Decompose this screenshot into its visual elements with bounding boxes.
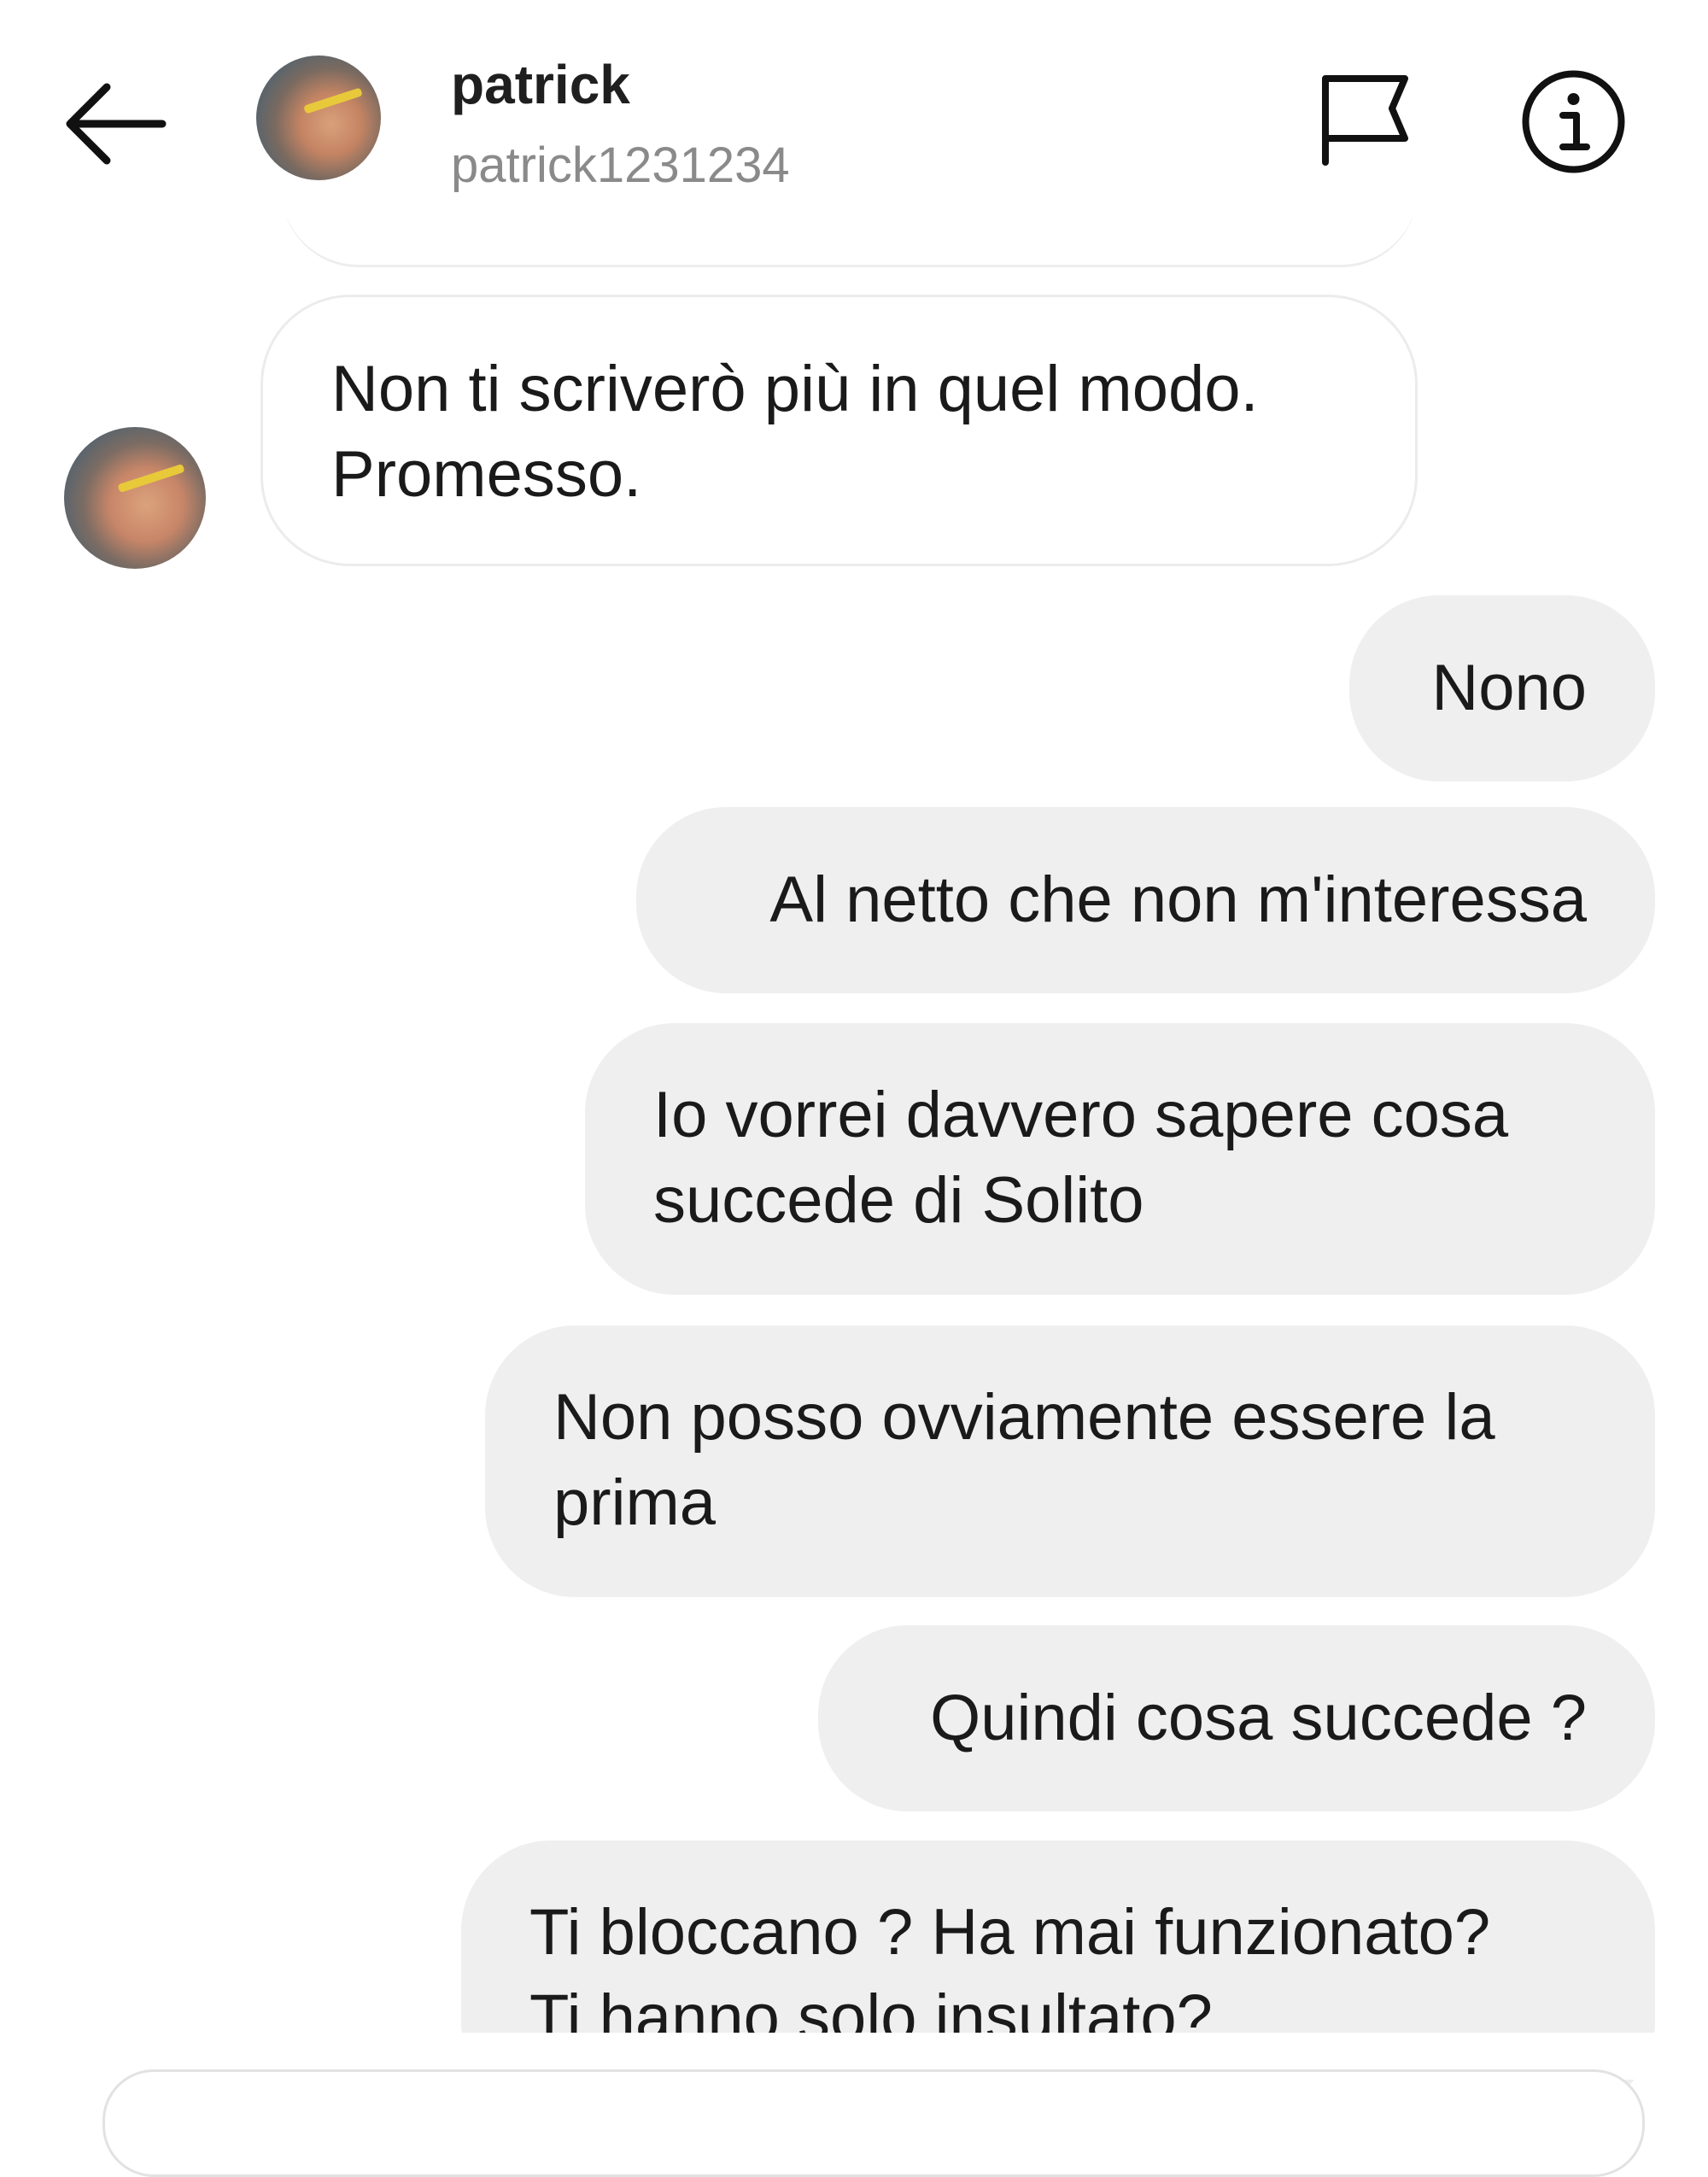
- avatar-detail: [117, 463, 185, 494]
- contact-username: patrick1231234: [451, 138, 790, 193]
- message-input[interactable]: [102, 2069, 1645, 2177]
- sender-avatar[interactable]: [64, 427, 206, 569]
- report-button[interactable]: [1315, 70, 1413, 168]
- arrow-left-icon: [66, 83, 167, 165]
- profile-avatar[interactable]: [256, 56, 381, 180]
- flag-icon: [1322, 75, 1408, 166]
- message-bubble[interactable]: Non posso ovviamente essere la prima: [485, 1326, 1655, 1597]
- info-icon: [1522, 70, 1625, 173]
- conversation-header: patrick patrick1231234: [0, 0, 1708, 218]
- info-button[interactable]: [1520, 68, 1627, 175]
- avatar-detail: [303, 87, 363, 114]
- back-button[interactable]: [60, 77, 171, 171]
- message-bubble[interactable]: Io vorrei davvero sapere cosa succede di…: [585, 1023, 1655, 1295]
- message-bubble[interactable]: Al netto che non m'interessa: [636, 807, 1655, 993]
- message-bubble[interactable]: Nono: [1349, 595, 1655, 781]
- contact-name[interactable]: patrick: [451, 53, 630, 116]
- message-bubble[interactable]: Quindi cosa succede ?: [818, 1625, 1655, 1811]
- message-bubble[interactable]: Non ti scriverò più in quel modo. Promes…: [260, 295, 1418, 566]
